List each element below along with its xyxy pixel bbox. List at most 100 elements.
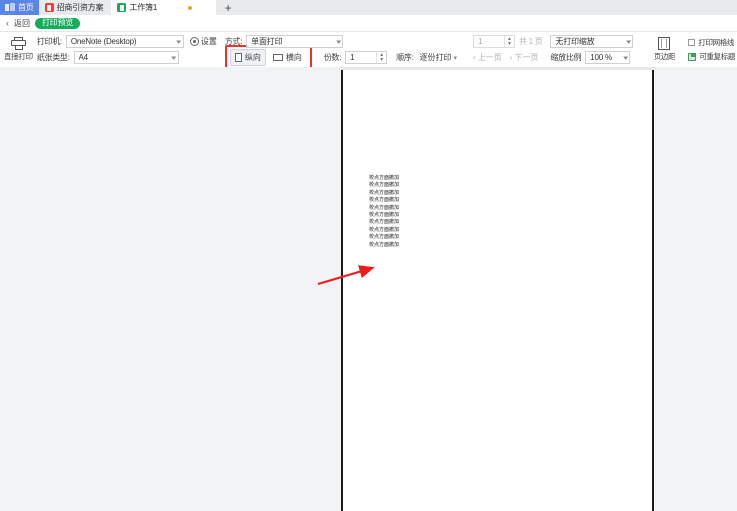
chevron-down-icon: ▾ xyxy=(623,54,628,62)
method-select[interactable]: 单面打印 ▾ xyxy=(246,35,344,48)
document-line: 校点方面撤加 xyxy=(369,189,400,196)
print-scaling-row: 无打印缩放 ▾ xyxy=(550,35,634,48)
orientation-landscape-label: 横向 xyxy=(285,53,302,62)
margins-icon xyxy=(658,37,671,50)
next-chevron-icon: › xyxy=(509,53,513,62)
pdf-file-icon xyxy=(44,3,54,12)
margins-label: 页边距 xyxy=(653,52,676,61)
paper-type-row: 纸张类型: A4 ▾ xyxy=(37,51,219,64)
new-tab-button[interactable]: + xyxy=(216,0,241,15)
chevron-down-icon: ▾ xyxy=(335,38,341,46)
orientation-portrait-label: 纵向 xyxy=(244,53,261,62)
print-preview-canvas[interactable]: 校点方面撤加 校点方面撤加 校点方面撤加 校点方面撤加 校点方面撤加 校点方面撤加 校点方面… xyxy=(0,67,737,511)
orientation-portrait-button[interactable]: 纵向 xyxy=(229,49,266,66)
repeat-title-label: 可重复标题 xyxy=(699,52,735,61)
method-value: 单面打印 xyxy=(251,37,283,46)
save-icon xyxy=(688,52,697,61)
next-page-label: 下一页 xyxy=(514,53,539,62)
portrait-page-icon xyxy=(234,53,242,62)
tab-home-label: 首页 xyxy=(18,3,34,12)
settings-label: 设置 xyxy=(200,37,217,46)
page-number-stepper[interactable]: 1 ▲ ▼ xyxy=(473,35,516,48)
document-line: 校点方面撤加 xyxy=(369,182,400,189)
direct-print-label: 直接打印 xyxy=(4,52,33,61)
document-line: 校点方面撤加 xyxy=(369,212,400,219)
settings-button[interactable]: 设置 xyxy=(188,35,219,48)
chevron-down-icon: ▾ xyxy=(171,54,177,62)
orientation-landscape-button[interactable]: 横向 xyxy=(268,49,307,66)
page-number-row: 1 ▲ ▼ 共 1 页 xyxy=(473,35,543,48)
scale-ratio-row: 缩放比例 100 % ▾ xyxy=(550,51,633,64)
page-navigation-group: 1 ▲ ▼ 共 1 页 ‹ 上一页 › 下一页 xyxy=(469,32,543,67)
copies-stepper[interactable]: 1 ▲ ▼ xyxy=(345,51,388,64)
order-value: 逐份打印 xyxy=(419,53,452,62)
tab-document-2-label: 工作簿1 xyxy=(129,3,158,12)
page-prevnext-row: ‹ 上一页 › 下一页 xyxy=(473,51,542,64)
prev-page-button[interactable]: ‹ 上一页 xyxy=(473,52,502,63)
print-scaling-select[interactable]: 无打印缩放 ▾ xyxy=(550,35,634,48)
orientation-row: 纵向 横向 份数: 1 ▲ ▼ 顺序: 逐份打印 ▾ xyxy=(222,45,460,70)
tab-document-1-label: 招商引资方案 xyxy=(56,3,104,12)
prev-page-label: 上一页 xyxy=(477,53,502,62)
back-button-label[interactable]: 返回 xyxy=(14,18,30,29)
scale-ratio-value: 100 % xyxy=(590,53,612,62)
copies-label: 份数: xyxy=(323,53,342,62)
printer-settings-group: 打印机: OneNote (Desktop) ▾ 设置 纸张类型: A4 ▾ xyxy=(33,32,219,67)
tab-bar-filler xyxy=(240,0,737,15)
printer-row: 打印机: OneNote (Desktop) ▾ 设置 xyxy=(37,35,219,48)
print-gridlines-label: 打印网格线 xyxy=(698,38,734,47)
scaling-group: 无打印缩放 ▾ 缩放比例 100 % ▾ xyxy=(542,32,634,67)
home-icon xyxy=(5,3,15,12)
scale-ratio-label: 缩放比例 xyxy=(550,53,582,62)
document-line: 校点方面撤加 xyxy=(369,197,400,204)
landscape-page-icon xyxy=(272,54,283,61)
print-scaling-value: 无打印缩放 xyxy=(555,37,595,46)
back-chevron-icon[interactable]: ‹ xyxy=(6,18,9,28)
document-line: 校点方面撤加 xyxy=(369,226,400,233)
chevron-down-icon: ▾ xyxy=(176,38,182,46)
tab-document-2[interactable]: 工作簿1 xyxy=(111,0,217,15)
printer-select[interactable]: OneNote (Desktop) ▾ xyxy=(65,35,184,48)
paper-type-label: 纸张类型: xyxy=(36,53,70,62)
tab-unsaved-indicator-wrap xyxy=(160,5,208,10)
next-page-button[interactable]: › 下一页 xyxy=(510,52,539,63)
page-number-value: 1 xyxy=(478,37,483,46)
printer-value: OneNote (Desktop) xyxy=(70,37,137,46)
tab-home[interactable]: 首页 xyxy=(0,0,39,15)
margins-button[interactable]: 页边距 xyxy=(643,32,685,67)
paper-type-value: A4 xyxy=(78,53,89,62)
tab-bar: 首页 招商引资方案 工作簿1 + xyxy=(0,0,737,15)
total-pages-label: 共 1 页 xyxy=(519,37,543,46)
layout-settings-group: 方式: 单面打印 ▾ 纵向 横向 份数: 1 ▲ ▼ 顺序: 逐份打印 ▾ xyxy=(219,32,460,70)
paper-type-select[interactable]: A4 ▾ xyxy=(73,51,179,64)
unsaved-dot-icon xyxy=(188,5,193,10)
document-content: 校点方面撤加 校点方面撤加 校点方面撤加 校点方面撤加 校点方面撤加 校点方面撤加 校点方面… xyxy=(369,175,399,248)
document-line: 校点方面撤加 xyxy=(369,204,400,211)
direct-print-button[interactable]: 直接打印 xyxy=(4,32,33,67)
chevron-down-icon: ▾ xyxy=(626,38,632,46)
document-line: 校点方面撤加 xyxy=(369,241,400,248)
preview-page: 校点方面撤加 校点方面撤加 校点方面撤加 校点方面撤加 校点方面撤加 校点方面撤加 校点方面… xyxy=(341,70,654,511)
page-number-stepper-arrows[interactable]: ▲ ▼ xyxy=(504,36,514,47)
document-line: 校点方面撤加 xyxy=(369,219,400,226)
document-line: 校点方面撤加 xyxy=(369,175,400,181)
copies-value: 1 xyxy=(350,53,355,62)
print-options-group: 打印网格线 可重复标题 xyxy=(685,32,737,67)
tab-document-1[interactable]: 招商引资方案 xyxy=(39,0,112,15)
print-preview-toolbar: 直接打印 打印机: OneNote (Desktop) ▾ 设置 纸张类型: A… xyxy=(0,32,737,70)
repeat-title-button[interactable]: 可重复标题 xyxy=(688,51,735,62)
checkbox-icon xyxy=(688,39,696,46)
printer-label: 打印机: xyxy=(36,37,62,46)
print-gridlines-checkbox[interactable]: 打印网格线 xyxy=(688,37,735,48)
mode-badge: 打印预览 xyxy=(35,17,81,29)
gear-icon xyxy=(189,37,199,46)
order-select[interactable]: 逐份打印 ▾ xyxy=(418,51,460,64)
prev-chevron-icon: ‹ xyxy=(473,53,476,62)
spreadsheet-file-icon xyxy=(117,3,127,12)
copies-stepper-arrows[interactable]: ▲ ▼ xyxy=(376,52,386,63)
order-label: 顺序: xyxy=(396,53,414,62)
breadcrumb: ‹ 返回 打印预览 xyxy=(0,15,737,32)
scale-ratio-select[interactable]: 100 % ▾ xyxy=(585,51,631,64)
printer-icon xyxy=(10,37,26,50)
method-row: 方式: 单面打印 ▾ xyxy=(225,35,459,48)
